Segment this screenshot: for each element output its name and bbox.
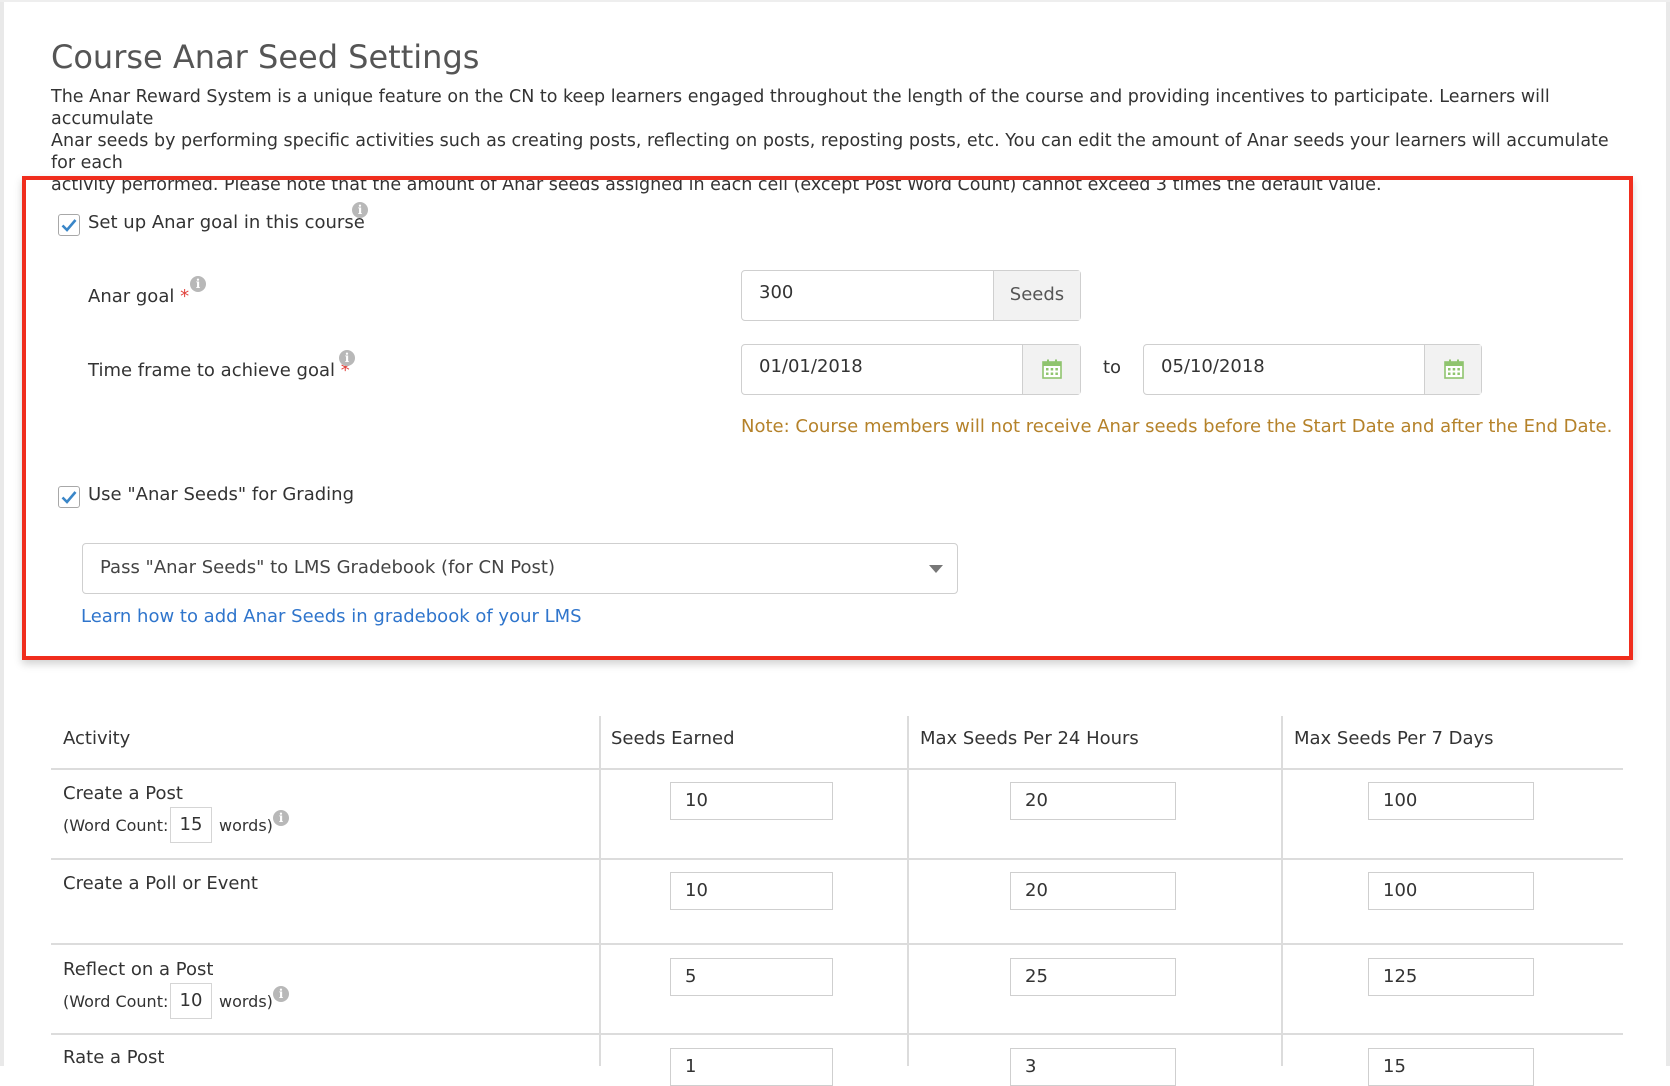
anar-goal-label: Anar goal * <box>88 286 189 307</box>
cell-value: 20 <box>1025 790 1048 811</box>
window-edge-right <box>1666 0 1670 1066</box>
grading-checkbox[interactable] <box>58 486 80 508</box>
cell-value: 5 <box>685 966 697 987</box>
max-24h-input[interactable]: 3 <box>1010 1048 1176 1086</box>
grading-label: Use "Anar Seeds" for Grading <box>88 484 354 505</box>
gradebook-help-link[interactable]: Learn how to add Anar Seeds in gradebook… <box>81 606 582 627</box>
max-7d-input[interactable]: 100 <box>1368 782 1534 820</box>
chevron-down-icon <box>929 565 943 573</box>
max-7d-input[interactable]: 100 <box>1368 872 1534 910</box>
row-divider <box>51 858 1623 860</box>
seeds-earned-input[interactable]: 10 <box>670 782 833 820</box>
timeframe-label-text: Time frame to achieve goal <box>88 360 335 381</box>
grading-select-value: Pass "Anar Seeds" to LMS Gradebook (for … <box>100 557 555 578</box>
cell-value: 10 <box>685 790 708 811</box>
activity-name: Create a Poll or Event <box>63 873 258 894</box>
calendar-icon <box>1444 359 1464 379</box>
max-24h-input[interactable]: 25 <box>1010 958 1176 996</box>
checkmark-icon <box>61 219 77 232</box>
required-mark: * <box>180 286 190 307</box>
word-count-prefix: (Word Count: <box>63 992 169 1011</box>
cell-value: 15 <box>1383 1056 1406 1077</box>
cell-value: 20 <box>1025 880 1048 901</box>
row-divider <box>51 943 1623 945</box>
window-edge-left <box>0 0 4 1066</box>
seeds-earned-input[interactable]: 5 <box>670 958 833 996</box>
window-edge-top <box>0 0 1670 2</box>
calendar-icon <box>1042 359 1062 379</box>
cell-value: 25 <box>1025 966 1048 987</box>
activity-name: Create a Post <box>63 783 183 804</box>
info-icon[interactable]: i <box>339 350 355 366</box>
max-7d-input[interactable]: 125 <box>1368 958 1534 996</box>
end-date-calendar-button[interactable] <box>1424 345 1481 394</box>
page-title: Course Anar Seed Settings <box>51 38 480 76</box>
setup-goal-checkbox[interactable] <box>58 214 80 236</box>
header-max-7d: Max Seeds Per 7 Days <box>1294 728 1494 749</box>
max-24h-input[interactable]: 20 <box>1010 872 1176 910</box>
cell-value: 10 <box>685 880 708 901</box>
info-icon[interactable]: i <box>273 986 289 1002</box>
cell-value: 3 <box>1025 1056 1037 1077</box>
info-icon[interactable]: i <box>190 276 206 292</box>
end-date-input[interactable]: 05/10/2018 <box>1143 344 1482 395</box>
timeframe-label: Time frame to achieve goal * <box>88 360 350 381</box>
setup-goal-label: Set up Anar goal in this course <box>88 212 365 233</box>
start-date-calendar-button[interactable] <box>1022 345 1080 394</box>
header-activity: Activity <box>63 728 131 749</box>
cell-value: 1 <box>685 1056 697 1077</box>
intro-line: Anar seeds by performing specific activi… <box>51 131 1609 173</box>
max-7d-input[interactable]: 15 <box>1368 1048 1534 1086</box>
word-count-suffix: words) <box>219 816 273 835</box>
header-seeds-earned: Seeds Earned <box>611 728 735 749</box>
row-divider <box>51 768 1623 770</box>
start-date-value: 01/01/2018 <box>759 356 863 377</box>
word-count-input[interactable]: 10 <box>170 983 212 1019</box>
max-24h-input[interactable]: 20 <box>1010 782 1176 820</box>
anar-goal-label-text: Anar goal <box>88 286 175 307</box>
header-max-24h: Max Seeds Per 24 Hours <box>920 728 1139 749</box>
info-icon[interactable]: i <box>273 810 289 826</box>
word-count-suffix: words) <box>219 992 273 1011</box>
checkmark-icon <box>61 491 77 504</box>
seeds-unit-addon: Seeds <box>993 271 1080 320</box>
seeds-earned-input[interactable]: 10 <box>670 872 833 910</box>
grading-select[interactable]: Pass "Anar Seeds" to LMS Gradebook (for … <box>82 543 958 594</box>
seeds-earned-input[interactable]: 1 <box>670 1048 833 1086</box>
cell-value: 100 <box>1383 880 1418 901</box>
info-icon[interactable]: i <box>352 202 368 218</box>
activity-name: Rate a Post <box>63 1047 165 1068</box>
word-count-input[interactable]: 15 <box>170 807 212 843</box>
start-date-input[interactable]: 01/01/2018 <box>741 344 1081 395</box>
anar-goal-input[interactable]: 300 Seeds <box>741 270 1081 321</box>
row-divider <box>51 1033 1623 1035</box>
activity-name: Reflect on a Post <box>63 959 214 980</box>
intro-line: The Anar Reward System is a unique featu… <box>51 87 1550 129</box>
end-date-value: 05/10/2018 <box>1161 356 1265 377</box>
cell-value: 125 <box>1383 966 1418 987</box>
date-note: Note: Course members will not receive An… <box>741 416 1613 437</box>
word-count-prefix: (Word Count: <box>63 816 169 835</box>
anar-goal-value: 300 <box>759 282 794 303</box>
to-label: to <box>1103 357 1122 378</box>
cell-value: 100 <box>1383 790 1418 811</box>
